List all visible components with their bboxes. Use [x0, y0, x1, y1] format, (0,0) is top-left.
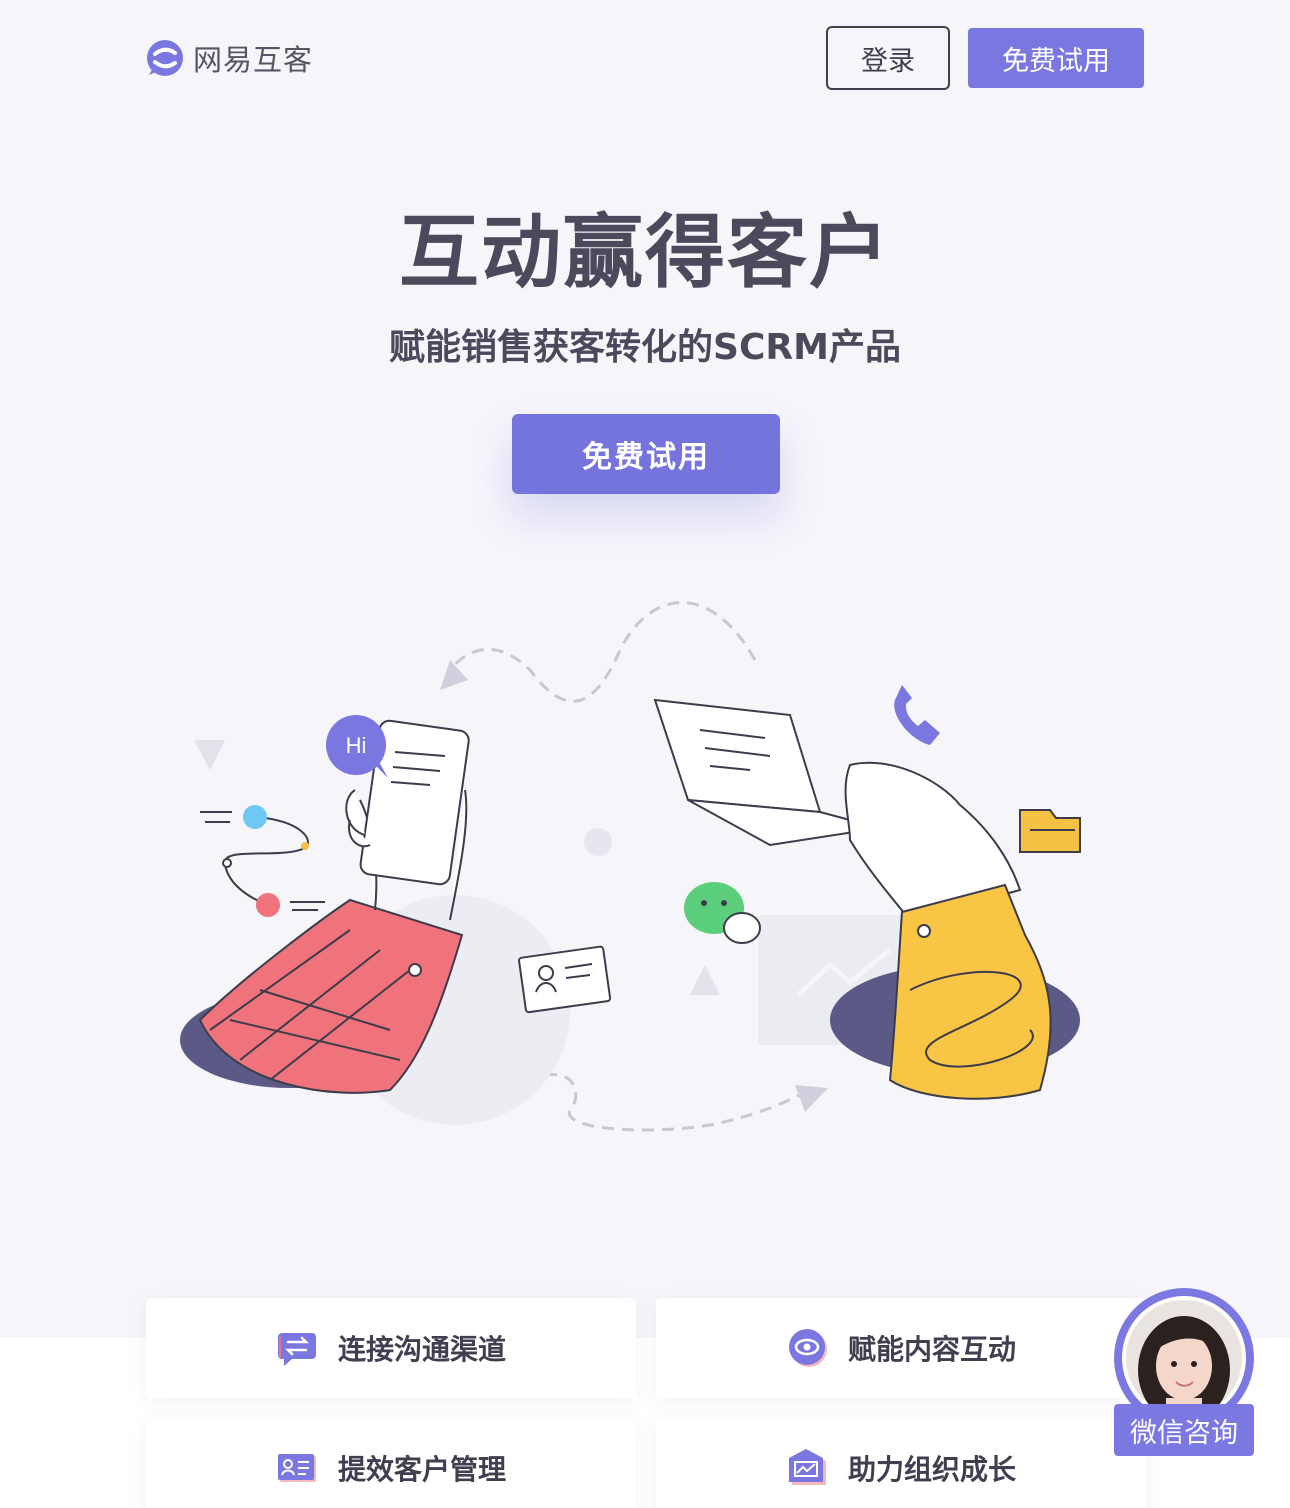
free-trial-button-hero[interactable]: 免费试用 — [512, 414, 780, 494]
eye-icon — [788, 1329, 827, 1367]
hero-title: 互动赢得客户 — [399, 206, 891, 299]
feature-card-channels[interactable]: 连接沟通渠道 — [146, 1298, 636, 1398]
feature-label: 连接沟通渠道 — [337, 1333, 506, 1366]
growth-chart-icon — [788, 1449, 826, 1485]
hero-subtitle: 赋能销售获客转化的SCRM产品 — [389, 327, 901, 368]
feature-card-customers[interactable]: 提效客户管理 — [146, 1418, 636, 1508]
free-trial-button-top[interactable]: 免费试用 — [968, 28, 1144, 88]
login-button[interactable]: 登录 — [826, 26, 950, 90]
logo-icon — [147, 40, 183, 76]
hero-illustration: Hi — [180, 601, 1081, 1132]
top-nav: 网易互客 登录 免费试用 — [0, 0, 1290, 116]
hi-bubble-text: Hi — [346, 733, 367, 758]
wechat-consult-widget[interactable]: 微信咨询 — [1114, 1288, 1256, 1458]
contact-card-icon — [277, 1454, 316, 1482]
logo[interactable]: 网易互客 — [145, 37, 313, 79]
wechat-consult-label[interactable]: 微信咨询 — [1114, 1404, 1254, 1456]
feature-label: 助力组织成长 — [847, 1453, 1016, 1486]
feature-label: 赋能内容互动 — [847, 1333, 1016, 1366]
logo-text: 网易互客 — [193, 43, 314, 77]
avatar-portrait-icon — [1126, 1300, 1242, 1416]
feature-label: 提效客户管理 — [337, 1453, 506, 1486]
feature-card-growth[interactable]: 助力组织成长 — [656, 1418, 1146, 1508]
chat-exchange-icon — [277, 1333, 316, 1366]
feature-card-content[interactable]: 赋能内容互动 — [656, 1298, 1146, 1398]
